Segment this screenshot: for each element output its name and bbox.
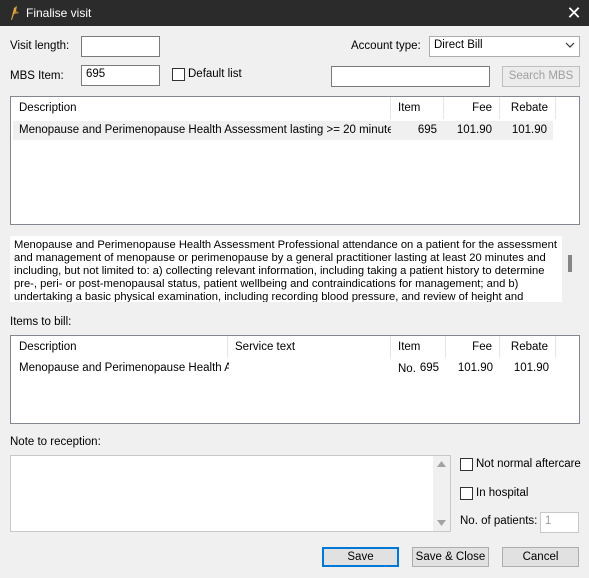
not-normal-aftercare-checkbox[interactable] <box>460 458 473 471</box>
description-scrollbar[interactable] <box>562 236 579 302</box>
row-fee: 101.90 <box>456 124 492 136</box>
col-item-no-header[interactable]: Item No. <box>392 97 442 136</box>
account-type-value: Direct Bill <box>434 39 483 51</box>
item-description-text: Menopause and Perimenopause Health Asses… <box>10 236 562 302</box>
row-description: Menopause and Perimenopause Health Asses… <box>19 124 391 136</box>
row-item-no: 695 <box>419 362 439 374</box>
reception-note-textarea[interactable] <box>10 455 451 532</box>
patients-input[interactable]: 1 <box>540 512 579 533</box>
col-rebate-header[interactable]: Rebate <box>500 336 554 358</box>
row-fee: 101.90 <box>457 362 493 374</box>
window-title: Finalise visit <box>26 6 92 20</box>
col-fee-header[interactable]: Fee <box>446 336 498 358</box>
note-scrollbar[interactable] <box>433 456 450 531</box>
chevron-down-icon <box>565 42 575 48</box>
not-normal-aftercare-label: Not normal aftercare <box>476 458 581 470</box>
reception-note-text <box>15 459 425 529</box>
col-rebate-header[interactable]: Rebate <box>500 97 554 119</box>
account-type-label: Account type: <box>351 40 421 52</box>
in-hospital-label: In hospital <box>476 487 529 499</box>
col-item-no-header[interactable]: Item No. <box>392 336 444 375</box>
row-description: Menopause and Perimenopause Health Asses… <box>19 362 229 374</box>
scroll-up-icon[interactable] <box>437 461 446 467</box>
save-and-close-button[interactable]: Save & Close <box>412 547 489 567</box>
in-hospital-checkbox[interactable] <box>460 487 473 500</box>
column-divider <box>555 336 556 358</box>
account-type-select[interactable]: Direct Bill <box>429 36 580 57</box>
col-description-header[interactable]: Description <box>13 336 225 358</box>
column-divider <box>390 97 391 119</box>
table-row[interactable]: Menopause and Perimenopause Health Asses… <box>13 121 553 140</box>
col-description-header[interactable]: Description <box>13 97 391 119</box>
column-divider <box>390 336 391 358</box>
save-button[interactable]: Save <box>322 547 399 567</box>
col-service-text-header[interactable]: Service text <box>229 336 389 358</box>
column-divider <box>227 336 228 358</box>
table-row[interactable]: Menopause and Perimenopause Health Asses… <box>13 359 558 378</box>
visit-length-label: Visit length: <box>10 40 70 52</box>
search-mbs-button[interactable]: Search MBS <box>502 66 580 87</box>
visit-length-input[interactable] <box>81 36 160 57</box>
column-divider <box>555 97 556 119</box>
cancel-button[interactable]: Cancel <box>502 547 579 567</box>
close-icon[interactable]: ✕ <box>563 2 585 24</box>
mbs-item-label: MBS Item: <box>10 70 64 82</box>
default-list-checkbox[interactable] <box>172 68 185 81</box>
row-rebate: 101.90 <box>513 362 549 374</box>
scroll-down-icon[interactable] <box>437 520 446 526</box>
mbs-item-input[interactable]: 695 <box>81 65 160 86</box>
mbs-search-input[interactable] <box>331 66 490 87</box>
items-to-bill-list[interactable]: Description Service text Item No. Fee Re… <box>10 335 580 424</box>
row-rebate: 101.90 <box>511 124 547 136</box>
default-list-label: Default list <box>188 68 242 80</box>
row-item-no: 695 <box>417 124 437 136</box>
col-fee-header[interactable]: Fee <box>444 97 498 119</box>
items-to-bill-label: Items to bill: <box>10 316 72 328</box>
patients-label: No. of patients: <box>460 515 538 527</box>
app-icon <box>11 6 19 20</box>
mbs-results-list[interactable]: Description Item No. Fee Rebate Menopaus… <box>10 96 580 225</box>
row-service-text <box>229 359 391 377</box>
title-bar: Finalise visit ✕ <box>0 0 589 26</box>
scrollbar-thumb[interactable] <box>568 255 572 272</box>
note-to-reception-label: Note to reception: <box>10 436 101 448</box>
